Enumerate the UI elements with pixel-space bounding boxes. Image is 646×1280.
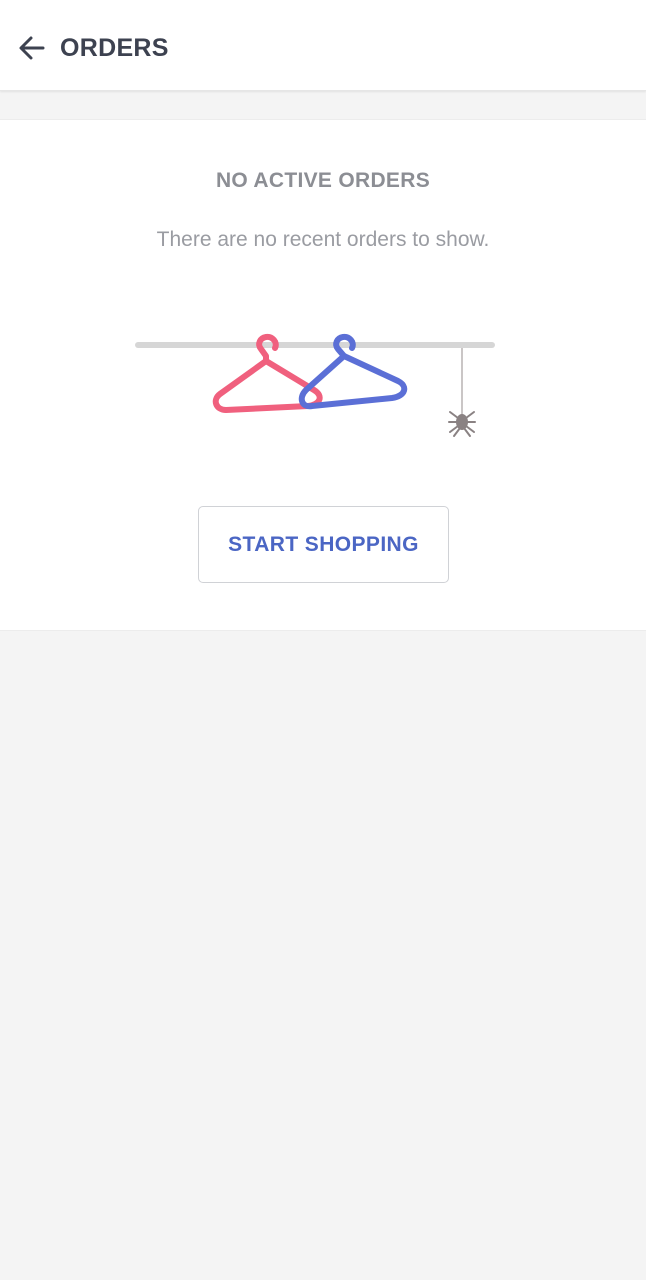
back-button[interactable]	[8, 22, 56, 74]
start-shopping-button[interactable]: START SHOPPING	[198, 506, 449, 583]
empty-closet-illustration	[135, 333, 495, 437]
start-shopping-label: START SHOPPING	[228, 532, 419, 556]
app-header: ORDERS	[0, 0, 646, 91]
empty-state-subtitle: There are no recent orders to show.	[156, 228, 490, 251]
empty-state-title: NO ACTIVE ORDERS	[215, 169, 431, 192]
empty-orders-card: NO ACTIVE ORDERS There are no recent ord…	[0, 119, 646, 631]
arrow-left-icon	[19, 36, 45, 60]
spider-icon	[448, 411, 476, 437]
page-title: ORDERS	[60, 34, 169, 62]
